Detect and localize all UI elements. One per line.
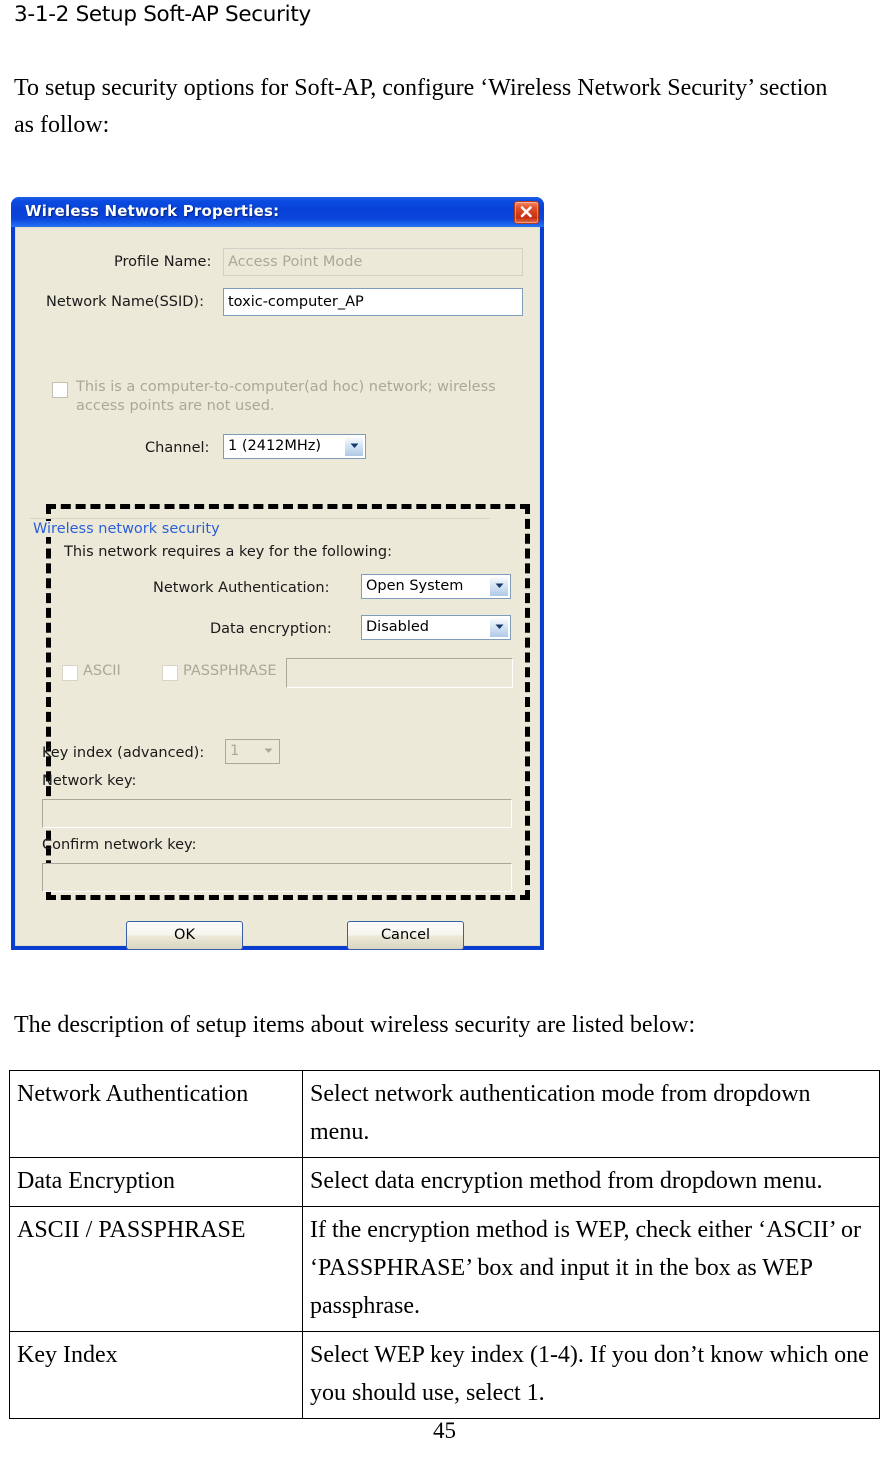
table-row: Key Index Select WEP key index (1-4). If… [9,1331,880,1419]
page-number: 45 [433,1418,456,1443]
close-icon[interactable] [514,201,539,224]
network-authentication-select[interactable]: Open System [361,574,511,599]
table-cell-description: Select network authentication mode from … [302,1070,880,1158]
dialog-body: Profile Name: Access Point Mode Network … [15,227,540,950]
data-encryption-label: Data encryption: [210,621,332,637]
table-cell-item: ASCII / PASSPHRASE [9,1206,303,1332]
confirm-network-key-label: Confirm network key: [42,837,197,853]
dialog-titlebar: Wireless Network Properties: [11,197,544,227]
channel-value: 1 (2412MHz) [228,438,322,454]
channel-select[interactable]: 1 (2412MHz) [223,434,366,459]
cancel-button[interactable]: Cancel [347,921,464,950]
ascii-label: ASCII [83,663,121,679]
channel-label: Channel: [145,440,210,456]
passphrase-label: PASSPHRASE [183,663,277,679]
wep-key-input[interactable] [286,658,513,688]
table-row: Network Authentication Select network au… [9,1070,880,1158]
adhoc-checkbox[interactable] [52,382,68,398]
table-row: Data Encryption Select data encryption m… [9,1157,880,1207]
network-key-label: Network key: [42,773,137,789]
profile-name-field: Access Point Mode [223,248,523,276]
chevron-down-icon[interactable] [489,576,509,597]
description-table: Network Authentication Select network au… [9,1070,880,1419]
table-cell-item: Data Encryption [9,1157,303,1207]
confirm-network-key-input[interactable] [42,863,512,892]
chevron-down-icon[interactable] [344,436,364,457]
key-index-label: Key index (advanced): [42,745,205,761]
key-index-select[interactable]: 1 [225,739,280,764]
key-index-value: 1 [230,743,240,759]
wireless-network-properties-dialog: Wireless Network Properties: Profile Nam… [11,197,544,950]
table-cell-item: Network Authentication [9,1070,303,1158]
dialog-title: Wireless Network Properties: [25,202,280,220]
table-row: ASCII / PASSPHRASE If the encryption met… [9,1206,880,1332]
page-title: 3-1-2 Setup Soft-AP Security [14,2,311,27]
data-encryption-select[interactable]: Disabled [361,615,511,640]
requires-key-text: This network requires a key for the foll… [64,544,392,560]
security-group-divider [30,518,490,519]
table-cell-item: Key Index [9,1331,303,1419]
adhoc-checkbox-label: This is a computer-to-computer(ad hoc) n… [76,379,496,414]
table-cell-description: Select WEP key index (1-4). If you don’t… [302,1331,880,1419]
description-paragraph: The description of setup items about wir… [14,1012,696,1038]
ok-button[interactable]: OK [126,921,243,950]
network-key-input[interactable] [42,799,512,828]
table-cell-description: Select data encryption method from dropd… [302,1157,880,1207]
table-cell-description: If the encryption method is WEP, check e… [302,1206,880,1332]
ssid-input[interactable]: toxic-computer_AP [223,288,523,316]
passphrase-checkbox[interactable] [162,665,178,681]
table-body: Network Authentication Select network au… [9,1070,880,1419]
network-authentication-label: Network Authentication: [153,580,330,596]
chevron-down-icon[interactable] [258,741,278,762]
ascii-checkbox[interactable] [62,665,78,681]
ssid-label: Network Name(SSID): [46,294,204,310]
security-group-title: Wireless network security [31,521,224,537]
intro-paragraph: To setup security options for Soft-AP, c… [14,75,828,138]
data-encryption-value: Disabled [366,619,429,635]
chevron-down-icon[interactable] [489,617,509,638]
profile-name-label: Profile Name: [114,254,212,270]
network-authentication-value: Open System [366,578,464,594]
